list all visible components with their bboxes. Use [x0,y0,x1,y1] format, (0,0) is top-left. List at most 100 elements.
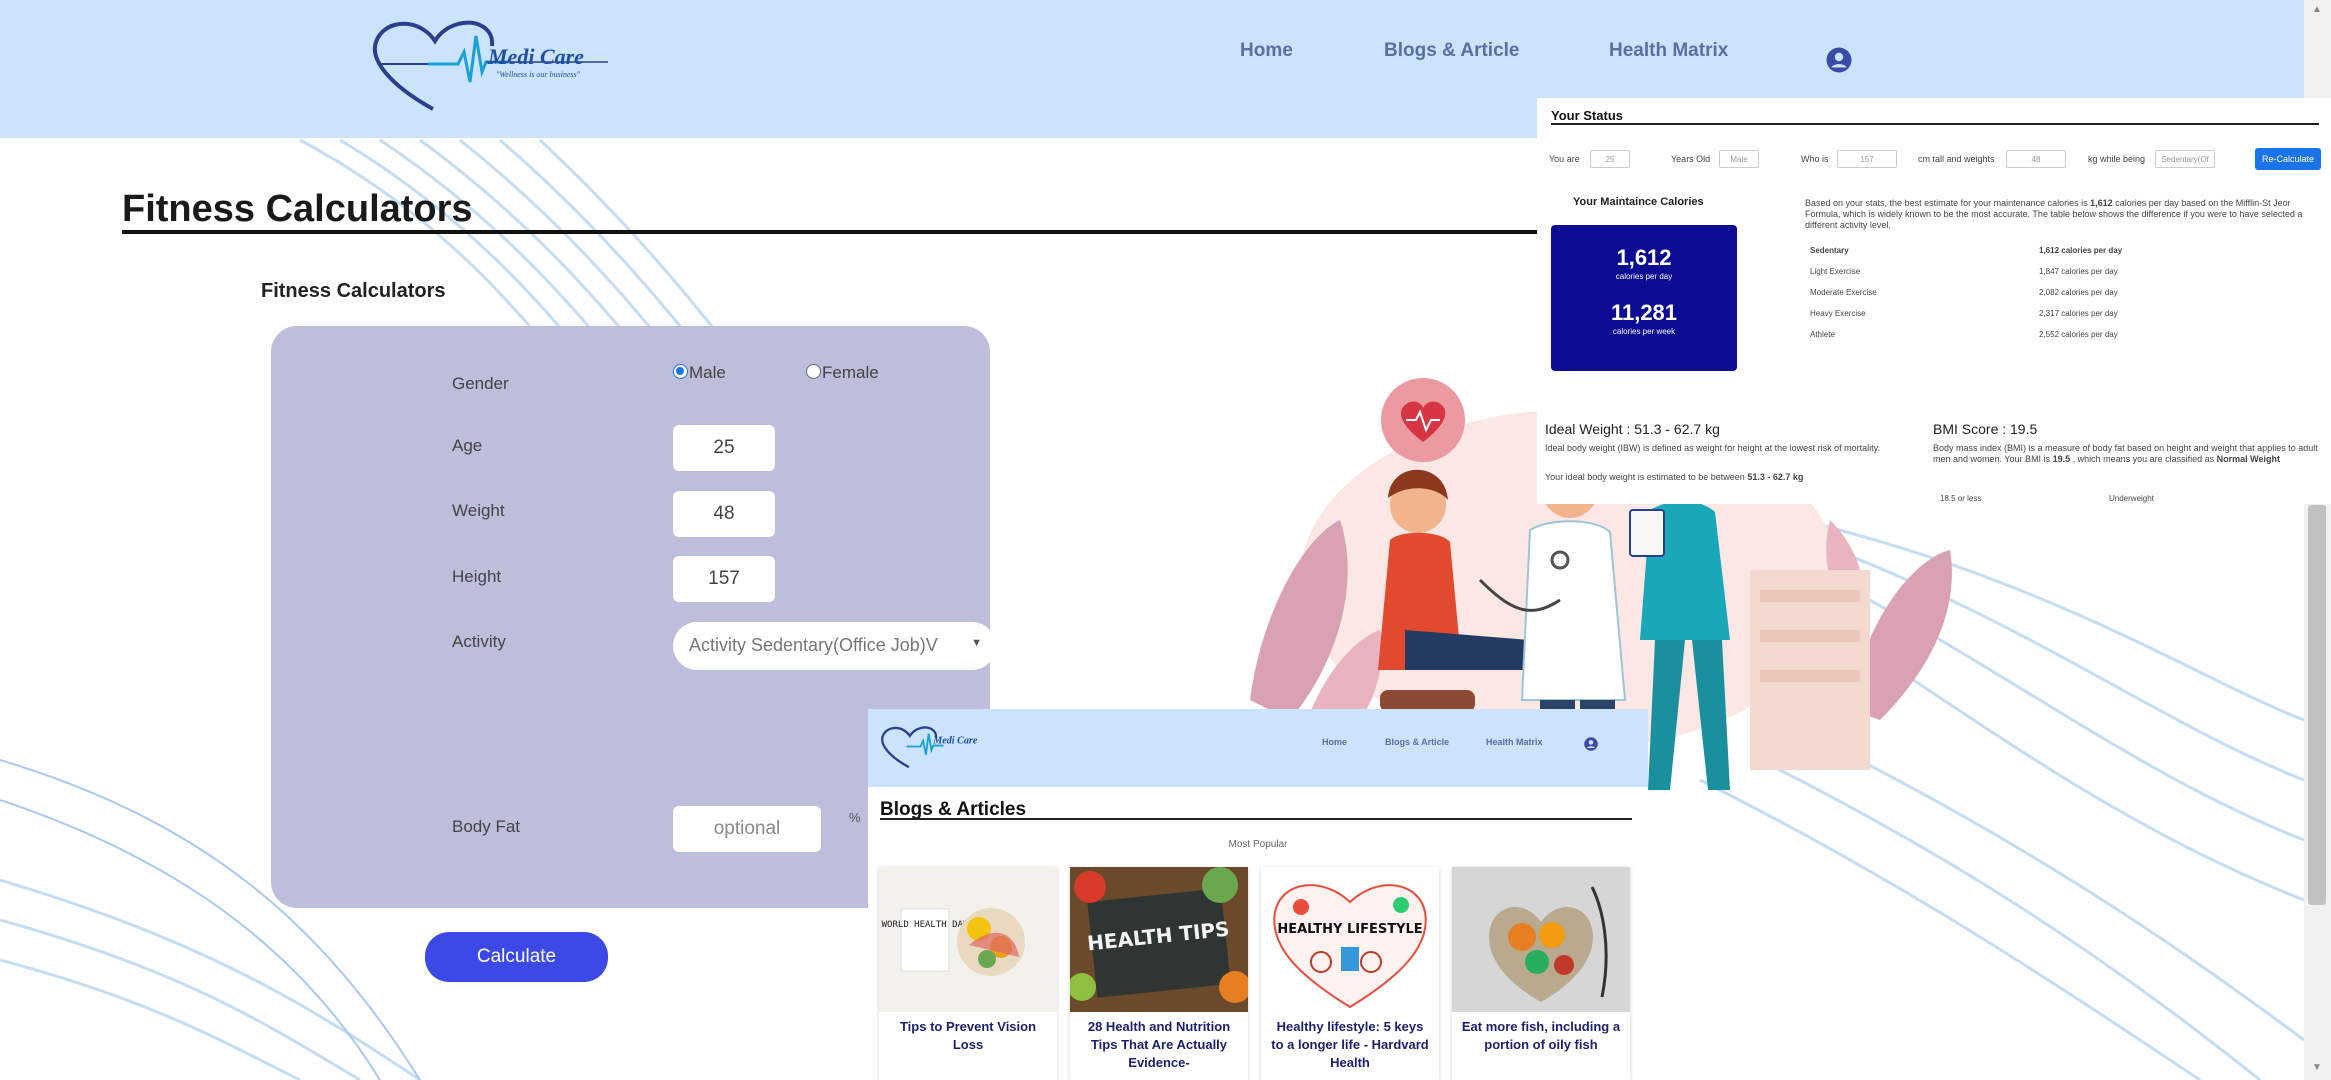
calorie-explanation-text: Based on your stats, the best estimate f… [1805,198,2091,208]
weight-input[interactable] [673,491,775,537]
bmi-table-range: 18.5 or less [1940,494,1982,503]
healthy-lifestyle-text: HEALTHY LIFESTYLE [1277,922,1422,937]
calorie-explanation: Based on your stats, the best estimate f… [1805,198,2320,231]
calories-per-day-value: 1,612 [1616,245,1672,270]
activity-level-value: 2,552 calories per day [2039,330,2118,339]
activity-level-name: Heavy Exercise [1810,309,1866,318]
status-height-field[interactable]: 157 [1837,150,1897,168]
blog-card[interactable]: HEALTHY LIFESTYLE Healthy lifestyle: 5 k… [1261,867,1439,1080]
calories-per-day-unit: calories per day [1615,272,1673,281]
ideal-weight-title: Ideal Weight : 51.3 - 62.7 kg [1545,421,1720,437]
calories-per-week-value: 11,281 [1610,300,1678,325]
you-are-label: You are [1549,154,1580,164]
who-is-label: Who is [1801,154,1829,164]
ideal-weight-estimate: Your ideal body weight is estimated to b… [1545,472,1925,483]
blog-card-title[interactable]: Eat more fish, including a portion of oi… [1460,1018,1622,1054]
body-fat-unit: % [849,810,861,825]
blogs-brand-name: Medi Care [932,736,978,747]
body-fat-input[interactable]: optional [673,806,821,852]
weight-label: Weight [452,501,505,520]
blog-card-title[interactable]: 28 Health and Nutrition Tips That Are Ac… [1078,1018,1240,1072]
page-title: Fitness Calculators [122,188,473,230]
blog-image-world-health-day: WORLD HEALTH DAY [879,867,1057,1012]
ideal-weight-estimate-text: Your ideal body weight is estimated to b… [1545,472,1748,482]
bmi-description-text-end: , which means you are classified as [2070,454,2217,464]
activity-selected-value: Activity Sedentary(Office Job)V [689,635,938,655]
status-title: Your Status [1551,108,1623,123]
blog-image-fish-and-fruit [1452,867,1630,1012]
status-divider [1551,123,2319,125]
blog-image-health-tips: HEALTH TIPS [1070,867,1248,1012]
activity-label: Activity [452,632,506,651]
activity-select[interactable]: Activity Sedentary(Office Job)V ▼ [673,622,996,670]
gender-label: Gender [452,374,509,393]
blog-image-healthy-lifestyle: HEALTHY LIFESTYLE [1261,867,1439,1012]
years-old-label: Years Old [1671,154,1711,164]
blogs-nav-home-link[interactable]: Home [1322,737,1347,747]
activity-level-value: 2,082 calories per day [2039,288,2118,297]
ideal-weight-description: Ideal body weight (IBW) is defined as we… [1545,443,1880,453]
blogs-nav-health-matrix-link[interactable]: Health Matrix [1486,737,1543,747]
medi-care-logo[interactable]: Medi Care "Wellness is our business" [368,14,618,114]
blog-card[interactable]: HEALTH TIPS 28 Health and Nutrition Tips… [1070,867,1248,1080]
title-divider [122,230,1542,234]
activity-level-name: Athlete [1810,330,1835,339]
blog-card-title[interactable]: Healthy lifestyle: 5 keys to a longer li… [1269,1018,1431,1072]
brand-tagline: "Wellness is our business" [496,70,580,79]
status-age-field[interactable]: 25 [1590,150,1630,168]
gender-male-radio[interactable] [673,364,688,379]
blogs-nav-blogs-link[interactable]: Blogs & Article [1385,737,1449,747]
brand-name: Medi Care [488,44,584,69]
nav-blogs-link[interactable]: Blogs & Article [1384,40,1520,62]
bmi-value-bold: 19.5 [2052,454,2071,464]
cm-tall-label: cm tall and weights [1918,154,1995,164]
calories-per-week-unit: calories per week [1612,327,1676,336]
height-input[interactable] [673,556,775,602]
activity-level-value: 1,612 calories per day [2039,246,2123,255]
scroll-down-arrow-icon[interactable]: ▼ [2312,1062,2322,1073]
blogs-articles-panel: Medi Care Home Blogs & Article Health Ma… [868,709,1648,1080]
calorie-summary-box: 1,612 calories per day 11,281 calories p… [1551,225,1737,371]
activity-level-value: 2,317 calories per day [2039,309,2118,318]
status-gender-field[interactable]: Male [1719,150,1759,168]
activity-level-name: Sedentary [1810,246,1849,255]
age-label: Age [452,436,483,455]
age-input[interactable] [673,425,775,471]
gender-female-radio[interactable] [806,364,821,379]
activity-level-name: Light Exercise [1810,267,1861,276]
scroll-up-arrow-icon[interactable]: ▲ [2312,4,2322,15]
status-results-panel: Your Status You are 25 Years Old Male Wh… [1537,98,2331,504]
blogs-header: Medi Care Home Blogs & Article Health Ma… [868,709,1648,787]
height-label: Height [452,567,502,586]
activity-level-value: 1,847 calories per day [2039,267,2118,276]
caret-down-icon: ▼ [971,637,982,649]
calculate-button[interactable]: Calculate [425,932,608,982]
blog-card[interactable]: Eat more fish, including a portion of oi… [1452,867,1630,1080]
blogs-divider [880,818,1632,820]
scrollbar-thumb[interactable] [2308,505,2326,905]
nav-health-matrix-link[interactable]: Health Matrix [1609,40,1728,62]
kg-while-label: kg while being [2088,154,2146,164]
blog-card-title[interactable]: Tips to Prevent Vision Loss [887,1018,1049,1054]
user-account-icon[interactable] [1826,47,1852,73]
bmi-class-bold: Normal Weight [2216,454,2281,464]
bmi-table-label: Underweight [2109,494,2154,503]
calorie-explanation-bold: 1,612 [2090,198,2113,208]
ideal-weight-estimate-bold: 51.3 - 62.7 kg [1747,472,1804,482]
bmi-description: Body mass index (BMI) is a measure of bo… [1933,443,2318,465]
activity-level-name: Moderate Exercise [1810,288,1877,297]
maintenance-calories-title: Your Maintaince Calories [1573,196,1704,208]
gender-female-label[interactable]: Female [822,363,879,383]
nav-home-link[interactable]: Home [1240,40,1293,62]
blog-card[interactable]: WORLD HEALTH DAY Tips to Prevent Vision … [879,867,1057,1080]
status-weight-field[interactable]: 48 [2006,150,2066,168]
section-title: Fitness Calculators [261,280,446,302]
body-fat-label: Body Fat [452,817,521,836]
user-account-icon[interactable] [1584,737,1598,751]
heart-logo-icon[interactable]: Medi Care [879,719,994,774]
most-popular-label: Most Popular [1228,839,1288,850]
gender-male-label[interactable]: Male [689,363,726,383]
bmi-score-title: BMI Score : 19.5 [1933,421,2038,437]
recalculate-button[interactable]: Re-Calculate [2255,148,2321,170]
status-activity-field[interactable]: Sedentary(Of [2155,150,2215,168]
